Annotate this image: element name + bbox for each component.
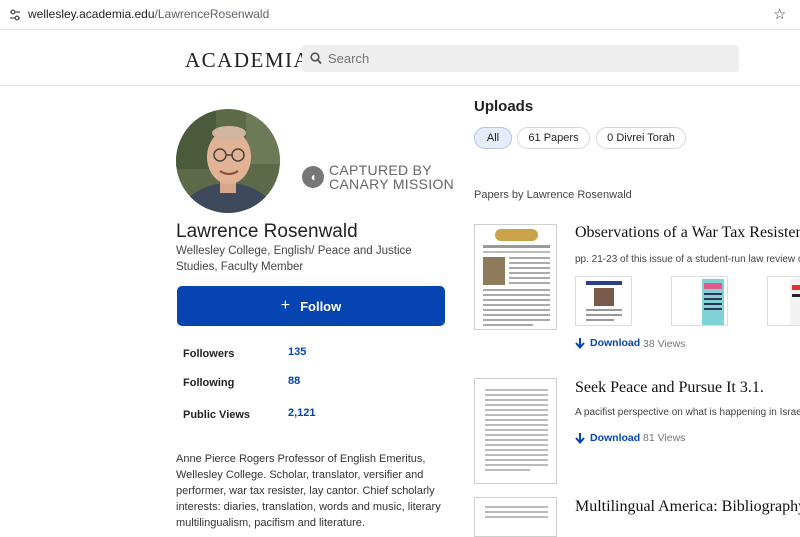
stat-following-value[interactable]: 88 <box>288 375 300 387</box>
stat-followers-label: Followers <box>183 348 235 360</box>
paper-page-thumbnail[interactable] <box>671 276 728 326</box>
paper-title-link[interactable]: Multilingual America: Bibliography <box>575 498 800 516</box>
site-header: ACADEMIA <box>0 31 800 86</box>
download-button[interactable]: Download <box>575 432 640 444</box>
site-settings-icon[interactable] <box>8 8 22 22</box>
watermark-line2: CANARY MISSION <box>329 176 455 192</box>
paper-thumbnail[interactable] <box>474 378 557 484</box>
paper-page-thumbnail[interactable] <box>575 276 632 326</box>
search-bar[interactable] <box>302 45 739 72</box>
plus-icon: + <box>280 297 291 314</box>
tab-all[interactable]: All <box>474 127 512 149</box>
uploads-heading: Uploads <box>474 98 534 115</box>
papers-section-label: Papers by Lawrence Rosenwald <box>474 189 632 201</box>
academia-logo[interactable]: ACADEMIA <box>185 48 310 73</box>
search-icon <box>310 52 322 65</box>
paper-description: pp. 21-23 of this issue of a student-run… <box>575 254 800 265</box>
stat-views-value: 2,121 <box>288 407 316 419</box>
follow-label: Follow <box>300 298 342 314</box>
stat-views-label: Public Views <box>183 409 251 421</box>
paper-views: 38 Views <box>643 338 686 350</box>
url-path: /LawrenceRosenwald <box>154 7 270 21</box>
paper-page-thumbnail[interactable] <box>767 276 800 326</box>
download-label: Download <box>590 432 641 444</box>
url-host: wellesley.academia.edu <box>28 7 155 21</box>
stat-following-label: Following <box>183 377 235 389</box>
download-icon <box>575 337 585 349</box>
avatar <box>176 109 280 213</box>
canary-mission-watermark: ◖ CAPTURED BY CANARY MISSION <box>302 163 454 191</box>
download-button[interactable]: Download <box>575 337 640 349</box>
paper-title-link[interactable]: Seek Peace and Pursue It 3.1. <box>575 379 764 397</box>
paper-title-link[interactable]: Observations of a War Tax Resister <box>575 224 800 242</box>
star-icon[interactable]: ☆ <box>773 5 786 23</box>
tab-divrei-torah[interactable]: 0 Divrei Torah <box>596 127 686 149</box>
browser-url-bar[interactable]: wellesley.academia.edu/LawrenceRosenwald… <box>0 0 800 30</box>
canary-logo-icon: ◖ <box>302 166 324 188</box>
profile-affiliation: Wellesley College, English/ Peace and Ju… <box>176 245 412 273</box>
stat-followers-value[interactable]: 135 <box>288 346 306 358</box>
watermark-line1: CAPTURED BY <box>329 162 432 178</box>
paper-description: A pacifist perspective on what is happen… <box>575 407 800 418</box>
paper-thumbnail[interactable] <box>474 224 557 330</box>
profile-bio: Anne Pierce Rogers Professor of English … <box>176 453 441 529</box>
url-text[interactable]: wellesley.academia.edu/LawrenceRosenwald <box>28 7 269 21</box>
download-label: Download <box>590 337 641 349</box>
profile-name: Lawrence Rosenwald <box>176 221 358 242</box>
paper-views: 81 Views <box>643 432 686 444</box>
paper-thumbnail[interactable] <box>474 497 557 537</box>
tab-papers[interactable]: 61 Papers <box>517 127 590 149</box>
search-input[interactable] <box>328 45 728 72</box>
follow-button[interactable]: + Follow <box>177 286 445 326</box>
download-icon <box>575 432 585 444</box>
